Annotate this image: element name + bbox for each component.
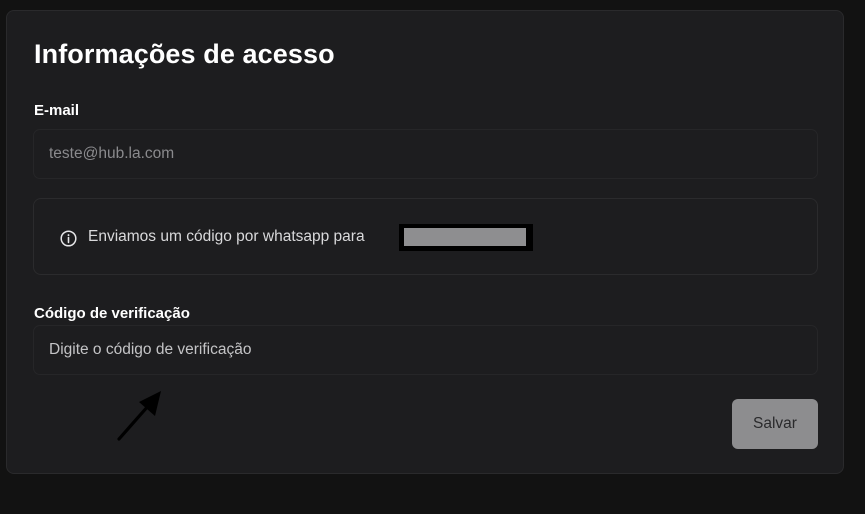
email-value: teste@hub.la.com: [49, 145, 175, 162]
redacted-phone-number: [399, 224, 533, 251]
whatsapp-notice: Enviamos um código por whatsapp para: [33, 198, 818, 275]
notice-text: Enviamos um código por whatsapp para: [88, 228, 365, 245]
email-label: E-mail: [34, 102, 80, 119]
verification-code-input[interactable]: Digite o código de verificação: [33, 325, 818, 375]
annotation-arrow-icon: [117, 391, 161, 441]
redaction-bar: [404, 228, 526, 246]
info-circle-icon: [60, 230, 77, 247]
verification-code-label: Código de verificação: [34, 305, 190, 322]
email-field: teste@hub.la.com: [33, 129, 818, 179]
access-info-card: Informações de acesso E-mail teste@hub.l…: [6, 10, 844, 474]
verification-code-placeholder: Digite o código de verificação: [49, 341, 252, 358]
page-title: Informações de acesso: [34, 39, 335, 69]
save-button[interactable]: Salvar: [732, 399, 818, 449]
